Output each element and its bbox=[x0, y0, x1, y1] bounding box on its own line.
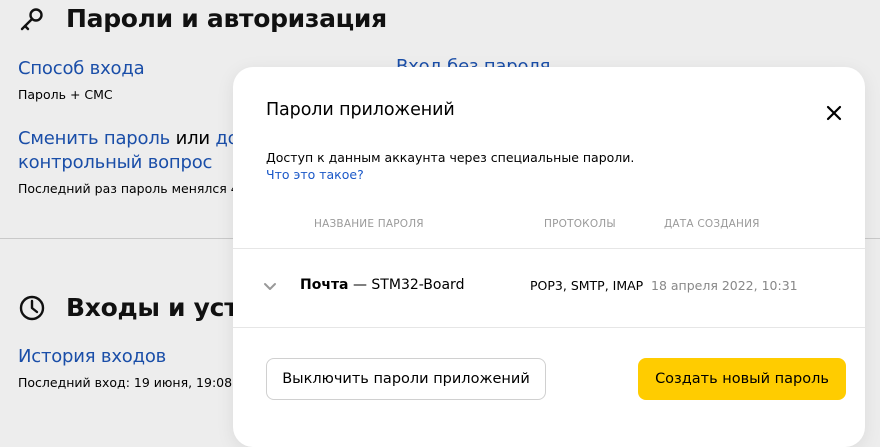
table-row[interactable]: Почта — STM32-Board POP3, SMTP, IMAP 18 … bbox=[233, 249, 865, 327]
password-protocols: POP3, SMTP, IMAP bbox=[530, 278, 644, 293]
change-password-conjunction: или bbox=[170, 128, 216, 149]
disable-app-passwords-button[interactable]: Выключить пароли приложений bbox=[266, 358, 546, 400]
security-question-link[interactable]: контрольный вопрос bbox=[18, 151, 212, 175]
column-header-protocols: ПРОТОКОЛЫ bbox=[544, 218, 616, 230]
passwords-section-title: Пароли и авторизация bbox=[66, 4, 387, 33]
help-link[interactable]: Что это такое? bbox=[266, 167, 364, 182]
modal-description: Доступ к данным аккаунта через специальн… bbox=[266, 150, 635, 165]
last-login-note: Последний вход: 19 июня, 19:08, bbox=[18, 375, 237, 390]
password-created-date: 18 апреля 2022, 10:31 bbox=[651, 278, 798, 293]
close-icon bbox=[826, 105, 842, 121]
column-header-name: НАЗВАНИЕ ПАРОЛЯ bbox=[314, 218, 424, 230]
password-name: Почта — STM32-Board bbox=[300, 277, 464, 293]
passwords-section-header: Пароли и авторизация bbox=[18, 4, 387, 33]
create-password-button[interactable]: Создать новый пароль bbox=[638, 358, 846, 400]
app-passwords-modal: Пароли приложений Доступ к данным аккаун… bbox=[233, 67, 865, 447]
table-divider-bottom bbox=[233, 327, 865, 328]
clock-icon bbox=[19, 295, 45, 320]
modal-title: Пароли приложений bbox=[266, 100, 455, 120]
key-icon bbox=[20, 7, 43, 30]
password-separator: — bbox=[348, 277, 372, 293]
change-password-link[interactable]: Сменить пароль bbox=[18, 128, 170, 149]
close-button[interactable] bbox=[821, 100, 847, 126]
password-service: Почта bbox=[300, 277, 349, 293]
column-header-created: ДАТА СОЗДАНИЯ bbox=[664, 218, 760, 230]
login-history-link[interactable]: История входов bbox=[18, 345, 166, 369]
logins-section-title: Входы и устр bbox=[66, 293, 256, 322]
chevron-down-icon[interactable] bbox=[263, 282, 277, 292]
password-label: STM32-Board bbox=[371, 277, 465, 293]
login-method-value: Пароль + СМС bbox=[18, 87, 113, 102]
login-method-link[interactable]: Способ входа bbox=[18, 57, 145, 81]
password-change-note: Последний раз пароль менялся 4 bbox=[18, 181, 239, 196]
change-password-line: Сменить пароль или до bbox=[18, 127, 239, 151]
logins-section-header: Входы и устр bbox=[18, 293, 256, 322]
